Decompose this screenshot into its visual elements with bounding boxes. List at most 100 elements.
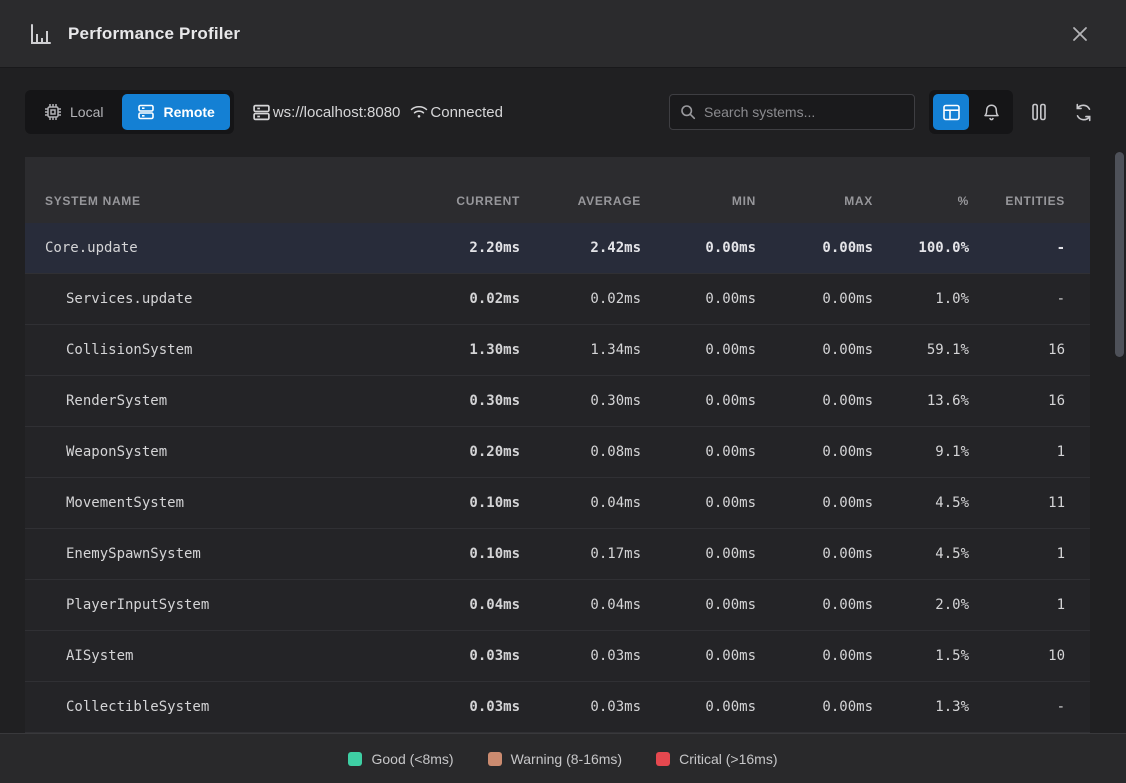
max-cell: 0.00ms bbox=[756, 342, 873, 358]
pct-cell: 1.0% bbox=[873, 291, 969, 307]
table-row[interactable]: EnemySpawnSystem 0.10ms 0.17ms 0.00ms 0.… bbox=[25, 529, 1090, 580]
pct-cell: 1.3% bbox=[873, 699, 969, 715]
pct-cell: 4.5% bbox=[873, 495, 969, 511]
search-input[interactable] bbox=[704, 104, 904, 120]
table-row[interactable]: AISystem 0.03ms 0.03ms 0.00ms 0.00ms 1.5… bbox=[25, 631, 1090, 682]
min-cell: 0.00ms bbox=[641, 342, 756, 358]
table-row[interactable]: PlayerInputSystem 0.04ms 0.04ms 0.00ms 0… bbox=[25, 580, 1090, 631]
table-body: Core.update 2.20ms 2.42ms 0.00ms 0.00ms … bbox=[25, 223, 1090, 733]
remote-button-label: Remote bbox=[163, 104, 214, 120]
remote-button[interactable]: Remote bbox=[122, 94, 229, 130]
pct-cell: 2.0% bbox=[873, 597, 969, 613]
page-title: Performance Profiler bbox=[68, 24, 240, 44]
table-row[interactable]: RenderSystem 0.30ms 0.30ms 0.00ms 0.00ms… bbox=[25, 376, 1090, 427]
max-cell: 0.00ms bbox=[756, 240, 873, 256]
bell-icon bbox=[982, 103, 1001, 122]
scrollbar-thumb[interactable] bbox=[1115, 152, 1124, 357]
average-cell: 2.42ms bbox=[520, 240, 641, 256]
table-row[interactable]: CollectibleSystem 0.03ms 0.03ms 0.00ms 0… bbox=[25, 682, 1090, 733]
system-name-cell: Core.update bbox=[45, 240, 420, 256]
scrollbar-track[interactable] bbox=[1115, 152, 1124, 733]
local-button[interactable]: Local bbox=[29, 94, 118, 130]
average-cell: 0.03ms bbox=[520, 699, 641, 715]
max-cell: 0.00ms bbox=[756, 699, 873, 715]
table-row[interactable]: WeaponSystem 0.20ms 0.08ms 0.00ms 0.00ms… bbox=[25, 427, 1090, 478]
current-cell: 0.04ms bbox=[420, 597, 520, 613]
close-icon[interactable] bbox=[1064, 18, 1096, 50]
current-cell: 0.03ms bbox=[420, 648, 520, 664]
connection-status-group: Connected bbox=[410, 104, 503, 121]
pct-cell: 59.1% bbox=[873, 342, 969, 358]
table-row[interactable]: CollisionSystem 1.30ms 1.34ms 0.00ms 0.0… bbox=[25, 325, 1090, 376]
bar-chart-icon bbox=[30, 23, 52, 45]
max-cell: 0.00ms bbox=[756, 444, 873, 460]
min-cell: 0.00ms bbox=[641, 495, 756, 511]
max-cell: 0.00ms bbox=[756, 291, 873, 307]
view-toggle-group bbox=[929, 90, 1013, 134]
min-cell: 0.00ms bbox=[641, 546, 756, 562]
entities-cell: 10 bbox=[969, 648, 1065, 664]
source-toggle: Local Remote bbox=[25, 90, 234, 134]
column-header-min: MIN bbox=[641, 194, 756, 208]
legend-swatch bbox=[348, 752, 362, 766]
table-row[interactable]: Services.update 0.02ms 0.02ms 0.00ms 0.0… bbox=[25, 274, 1090, 325]
table-header: SYSTEM NAME CURRENT AVERAGE MIN MAX % EN… bbox=[25, 157, 1090, 223]
max-cell: 0.00ms bbox=[756, 648, 873, 664]
system-name-cell: MovementSystem bbox=[45, 495, 420, 511]
min-cell: 0.00ms bbox=[641, 240, 756, 256]
search-icon bbox=[680, 104, 696, 120]
current-cell: 0.30ms bbox=[420, 393, 520, 409]
column-header-max: MAX bbox=[756, 194, 873, 208]
entities-cell: 11 bbox=[969, 495, 1065, 511]
legend-item: Warning (8-16ms) bbox=[488, 751, 623, 767]
table-view-button[interactable] bbox=[933, 94, 969, 130]
entities-cell: 1 bbox=[969, 597, 1065, 613]
average-cell: 0.17ms bbox=[520, 546, 641, 562]
wifi-icon bbox=[410, 104, 428, 120]
entities-cell: - bbox=[969, 240, 1065, 256]
current-cell: 0.10ms bbox=[420, 495, 520, 511]
cpu-icon bbox=[44, 103, 62, 121]
legend-label: Critical (>16ms) bbox=[679, 751, 777, 767]
current-cell: 2.20ms bbox=[420, 240, 520, 256]
system-name-cell: PlayerInputSystem bbox=[45, 597, 420, 613]
table-row[interactable]: Core.update 2.20ms 2.42ms 0.00ms 0.00ms … bbox=[25, 223, 1090, 274]
systems-table: SYSTEM NAME CURRENT AVERAGE MIN MAX % EN… bbox=[25, 157, 1090, 733]
min-cell: 0.00ms bbox=[641, 291, 756, 307]
entities-cell: 16 bbox=[969, 342, 1065, 358]
system-name-cell: CollisionSystem bbox=[45, 342, 420, 358]
table-row[interactable]: MovementSystem 0.10ms 0.04ms 0.00ms 0.00… bbox=[25, 478, 1090, 529]
legend-item: Critical (>16ms) bbox=[656, 751, 777, 767]
legend-swatch bbox=[656, 752, 670, 766]
pct-cell: 1.5% bbox=[873, 648, 969, 664]
legend-label: Good (<8ms) bbox=[371, 751, 453, 767]
max-cell: 0.00ms bbox=[756, 393, 873, 409]
system-name-cell: RenderSystem bbox=[45, 393, 420, 409]
server-icon bbox=[137, 103, 155, 121]
entities-cell: 1 bbox=[969, 546, 1065, 562]
current-cell: 0.03ms bbox=[420, 699, 520, 715]
bell-button[interactable] bbox=[973, 94, 1009, 130]
pct-cell: 13.6% bbox=[873, 393, 969, 409]
legend-swatch bbox=[488, 752, 502, 766]
entities-cell: - bbox=[969, 699, 1065, 715]
table-view-icon bbox=[942, 103, 961, 122]
column-header-system-name: SYSTEM NAME bbox=[45, 194, 420, 208]
pause-icon bbox=[1030, 102, 1048, 122]
legend: Good (<8ms) Warning (8-16ms) Critical (>… bbox=[0, 733, 1126, 783]
column-header-average: AVERAGE bbox=[520, 194, 641, 208]
average-cell: 1.34ms bbox=[520, 342, 641, 358]
system-name-cell: AISystem bbox=[45, 648, 420, 664]
min-cell: 0.00ms bbox=[641, 597, 756, 613]
system-name-cell: Services.update bbox=[45, 291, 420, 307]
system-name-cell: WeaponSystem bbox=[45, 444, 420, 460]
title-bar: Performance Profiler bbox=[0, 0, 1126, 68]
legend-item: Good (<8ms) bbox=[348, 751, 453, 767]
refresh-button[interactable] bbox=[1065, 94, 1101, 130]
pause-button[interactable] bbox=[1021, 94, 1057, 130]
min-cell: 0.00ms bbox=[641, 648, 756, 664]
min-cell: 0.00ms bbox=[641, 393, 756, 409]
legend-label: Warning (8-16ms) bbox=[511, 751, 623, 767]
search-box bbox=[669, 94, 915, 130]
current-cell: 0.20ms bbox=[420, 444, 520, 460]
